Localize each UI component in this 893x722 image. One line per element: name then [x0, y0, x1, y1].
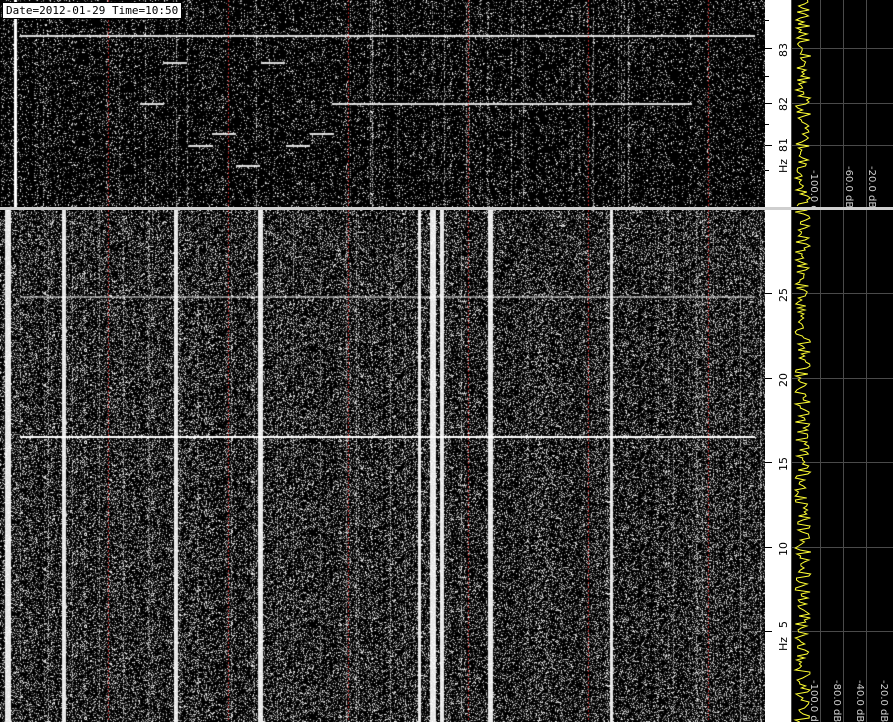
axis-tick [765, 462, 772, 463]
top-spectrogram-canvas [0, 0, 775, 207]
axis-minor-tick [765, 124, 769, 125]
axis-tick-label-81: 81 [777, 138, 790, 152]
db-label: -20.0 dB [878, 680, 889, 722]
axis-tick [765, 145, 772, 146]
bottom-waterfall-panel [0, 210, 775, 722]
axis-tick-label-20: 20 [777, 373, 790, 387]
bottom-frequency-axis: 25 20 15 10 5 Hz [765, 210, 791, 722]
db-label: -60.0 dB [843, 166, 854, 207]
axis-tick-label-5: 5 [777, 621, 790, 628]
axis-minor-tick [765, 76, 769, 77]
axis-tick [765, 103, 772, 104]
db-label: -100.0 dB [808, 170, 819, 207]
bottom-spectrum-strip: -100.0 dB -80.0 dB -40.0 dB -20.0 dB [791, 210, 893, 722]
top-spectrum-trace [793, 0, 812, 207]
axis-tick [765, 631, 772, 632]
date-time-label: Date=2012-01-29 Time=10:50 [2, 2, 183, 19]
top-spectrum-strip: -100.0 dB -60.0 dB -20.0 dB [791, 0, 893, 207]
axis-minor-tick [765, 20, 769, 21]
db-label: -100.0 dB [808, 680, 819, 722]
axis-tick [765, 547, 772, 548]
bottom-spectrum-trace [793, 210, 812, 722]
axis-tick-label-83: 83 [777, 43, 790, 57]
axis-tick-label-82: 82 [777, 97, 790, 111]
top-frequency-axis: 83 82 81 Hz [765, 0, 791, 207]
axis-unit-label: Hz [777, 636, 790, 651]
axis-tick-label-10: 10 [777, 542, 790, 556]
db-label: -40.0 dB [854, 680, 865, 722]
axis-tick-label-15: 15 [777, 457, 790, 471]
axis-unit-label: Hz [777, 158, 790, 173]
axis-tick [765, 293, 772, 294]
axis-minor-tick [765, 170, 769, 171]
axis-tick-label-25: 25 [777, 288, 790, 302]
db-label: -20.0 dB [866, 166, 877, 207]
axis-tick [765, 378, 772, 379]
bottom-spectrogram-canvas [0, 210, 775, 722]
top-waterfall-panel: Date=2012-01-29 Time=10:50 [0, 0, 775, 207]
db-label: -80.0 dB [831, 680, 842, 722]
axis-tick [765, 48, 772, 49]
